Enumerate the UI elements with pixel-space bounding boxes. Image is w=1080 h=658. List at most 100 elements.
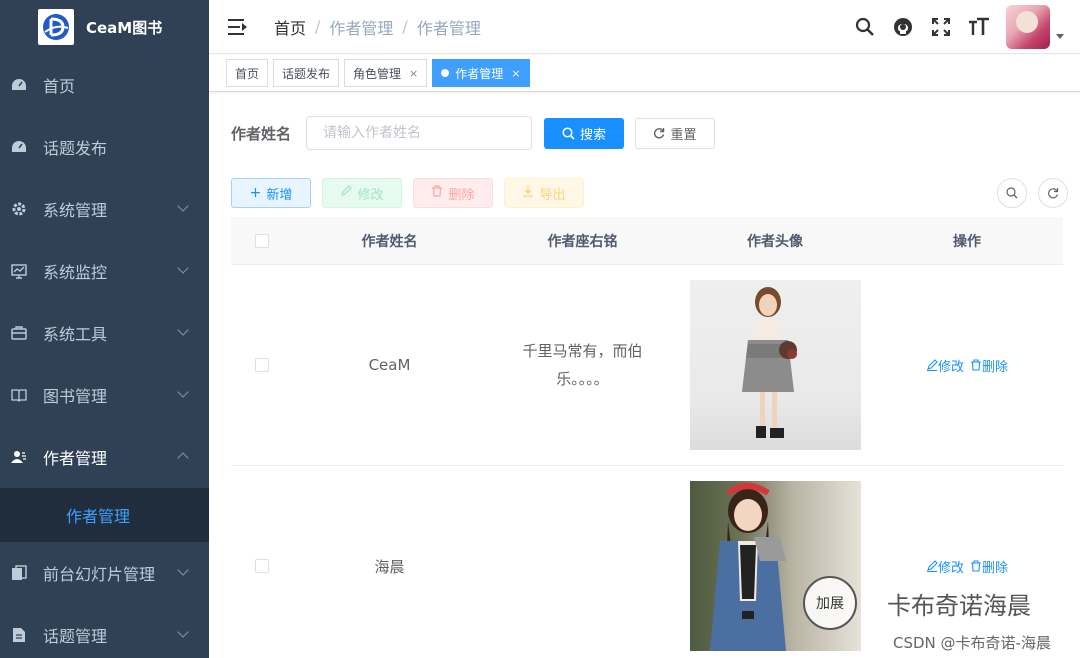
sidebar-item-label: 作者管理 (43, 449, 108, 468)
trash-icon (431, 185, 443, 201)
sidebar-item-system[interactable]: 系统管理 (0, 178, 209, 240)
watermark-badge: 加展 (803, 576, 857, 630)
edit-button[interactable]: 修改 (322, 178, 402, 208)
tag-topic-publish[interactable]: 话题发布 (273, 59, 340, 87)
export-button[interactable]: 导出 (504, 178, 584, 208)
sidebar-item-slides[interactable]: 前台幻灯片管理 (0, 542, 209, 604)
sidebar-item-label: 系统监控 (43, 263, 108, 282)
row-delete-link[interactable]: 删除 (970, 557, 1008, 576)
tag-role-manage[interactable]: 角色管理 × (344, 59, 428, 87)
sidebar-subitem-label: 作者管理 (66, 507, 131, 526)
github-icon[interactable] (892, 16, 914, 38)
tag-label: 话题发布 (282, 66, 331, 81)
hamburger-icon[interactable] (228, 18, 248, 36)
row-edit-link[interactable]: 修改 (926, 356, 964, 375)
tags-view: 首页 话题发布 角色管理 × 作者管理 × (209, 55, 1080, 92)
chevron-down-icon (177, 200, 189, 212)
logo-icon (38, 9, 74, 45)
author-motto-cell: 千里马常有，而伯乐。。。。 (486, 337, 679, 393)
close-icon[interactable]: × (511, 67, 520, 80)
row-checkbox[interactable] (255, 358, 269, 372)
tag-home[interactable]: 首页 (226, 59, 269, 87)
author-motto-text: 千里马常有，而伯乐。。。。 (522, 342, 643, 388)
sidebar-item-label: 首页 (43, 77, 76, 96)
sidebar-item-authors[interactable]: 作者管理 (0, 426, 209, 488)
logo[interactable]: CeaM图书 (0, 0, 209, 54)
column-header[interactable]: 作者姓名 (293, 231, 486, 251)
column-header[interactable]: 作者座右铭 (486, 231, 679, 251)
sidebar-item-topic-publish[interactable]: 话题发布 (0, 116, 209, 178)
watermark-text: 卡布奇诺海晨 (887, 591, 1031, 620)
sidebar-item-label: 系统工具 (43, 325, 108, 344)
chevron-up-icon (177, 452, 189, 464)
search-button[interactable]: 搜索 (544, 117, 624, 149)
export-button-label: 导出 (539, 187, 566, 203)
sidebar-item-label: 系统管理 (43, 201, 108, 220)
fullscreen-icon[interactable] (930, 16, 952, 38)
row-edit-link[interactable]: 修改 (926, 557, 964, 576)
author-avatar-image[interactable] (689, 280, 861, 450)
edit-label: 修改 (937, 560, 964, 576)
slides-icon (10, 564, 28, 582)
sidebar-subitem-author-manage[interactable]: 作者管理 (0, 488, 209, 542)
edit-icon (340, 185, 353, 201)
sidebar-item-home[interactable]: 首页 (0, 54, 209, 116)
table-header: 作者姓名 作者座右铭 作者头像 操作 (231, 217, 1063, 265)
tag-label: 首页 (235, 66, 260, 81)
column-header[interactable]: 作者头像 (679, 231, 871, 251)
font-size-icon[interactable] (968, 16, 990, 38)
column-header[interactable]: 操作 (871, 231, 1063, 251)
tag-author-manage[interactable]: 作者管理 × (432, 59, 530, 87)
sidebar-item-tools[interactable]: 系统工具 (0, 302, 209, 364)
breadcrumb-separator: / (402, 17, 408, 36)
sidebar-item-label: 图书管理 (43, 387, 108, 406)
user-icon (10, 448, 28, 466)
breadcrumb: 首页 / 作者管理 / 作者管理 (274, 15, 481, 39)
gear-icon (10, 200, 28, 218)
toolbar-right (997, 178, 1079, 208)
chevron-down-icon (177, 626, 189, 638)
operations-cell: 修改 删除 (871, 557, 1063, 576)
author-name-cell: CeaM (368, 356, 411, 374)
edit-icon (926, 359, 938, 371)
delete-button[interactable]: 删除 (413, 178, 493, 208)
avatar[interactable] (1006, 5, 1050, 49)
edit-button-label: 修改 (357, 187, 384, 203)
sidebar-item-books[interactable]: 图书管理 (0, 364, 209, 426)
document-icon (10, 626, 28, 644)
plus-icon: + (249, 185, 262, 201)
reset-button[interactable]: 重置 (635, 117, 715, 149)
search-icon (1006, 187, 1018, 199)
author-name-cell: 海晨 (374, 557, 405, 576)
active-dot-icon (441, 69, 450, 77)
breadcrumb-item-authors: 作者管理 (329, 18, 394, 38)
refresh-icon (1047, 187, 1059, 199)
chevron-down-icon (177, 564, 189, 576)
sidebar-item-topics[interactable]: 话题管理 (0, 604, 209, 658)
table-row[interactable]: CeaM 千里马常有，而伯乐。。。。 修改 删除 (231, 265, 1063, 466)
sidebar-item-label: 话题发布 (43, 139, 108, 158)
navbar-right (854, 0, 1080, 54)
navbar: 首页 / 作者管理 / 作者管理 (209, 0, 1080, 54)
sidebar-item-label: 话题管理 (43, 627, 108, 646)
search-icon[interactable] (854, 16, 876, 38)
breadcrumb-item-home[interactable]: 首页 (274, 15, 306, 39)
select-all-checkbox[interactable] (255, 233, 269, 248)
refresh-icon (653, 127, 665, 139)
chevron-down-icon (177, 324, 189, 336)
caret-down-icon[interactable] (1056, 33, 1064, 39)
search-form: 作者姓名 搜索 重置 (231, 116, 715, 150)
row-checkbox[interactable] (255, 559, 269, 573)
add-button[interactable]: + 新增 (231, 178, 311, 208)
trash-icon (970, 560, 982, 572)
toggle-search-button[interactable] (997, 178, 1027, 208)
author-name-input[interactable] (306, 116, 532, 150)
monitor-icon (10, 262, 28, 280)
close-icon[interactable]: × (409, 67, 418, 80)
app-title: CeaM图书 (86, 18, 163, 37)
row-delete-link[interactable]: 删除 (970, 356, 1008, 375)
tag-label: 角色管理 (353, 66, 402, 81)
watermark: 加展 卡布奇诺海晨 (803, 576, 1031, 630)
sidebar-item-monitor[interactable]: 系统监控 (0, 240, 209, 302)
refresh-button[interactable] (1038, 178, 1068, 208)
